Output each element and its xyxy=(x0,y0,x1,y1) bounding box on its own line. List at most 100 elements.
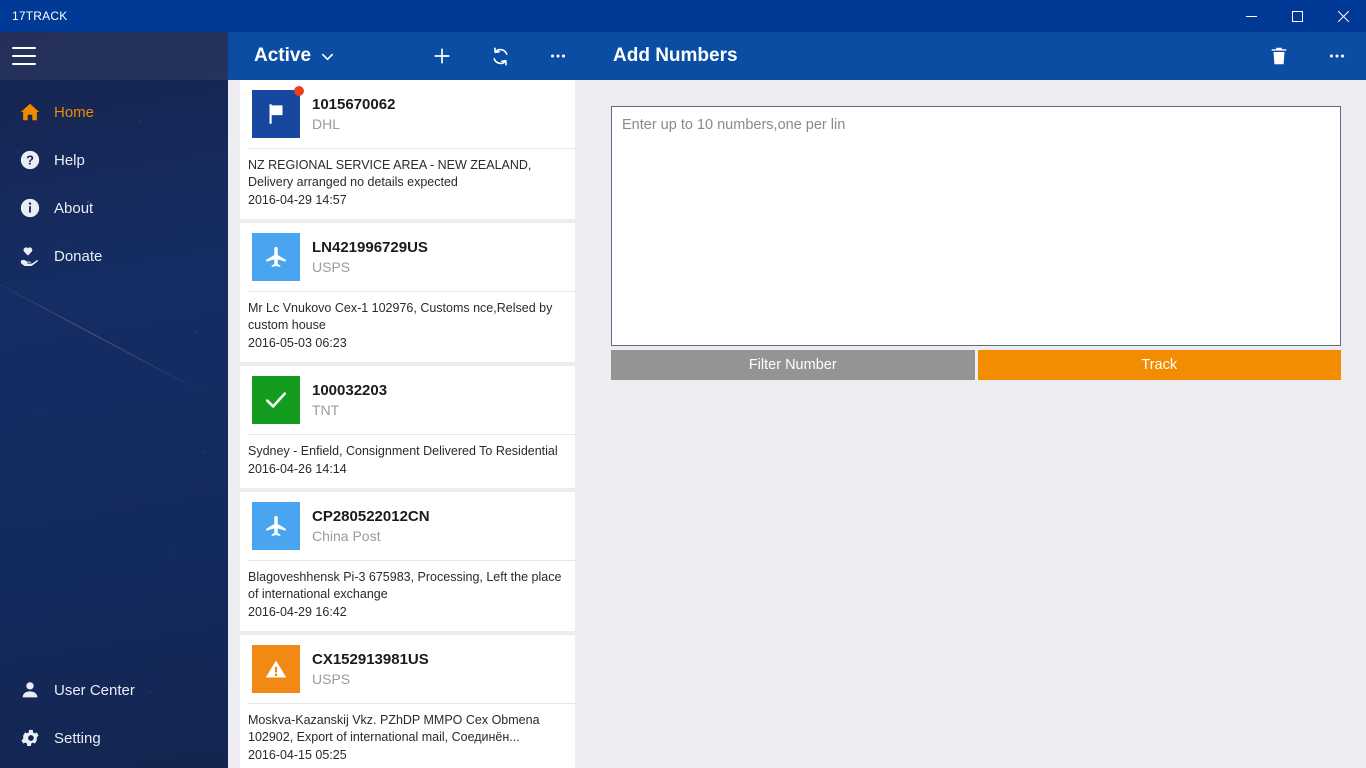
ellipsis-icon xyxy=(550,54,566,58)
sidebar-item-home[interactable]: Home xyxy=(0,88,228,136)
status-timestamp: 2016-04-26 14:14 xyxy=(248,462,347,476)
sidebar-item-help[interactable]: ? Help xyxy=(0,136,228,184)
refresh-icon xyxy=(492,46,508,66)
status-tile xyxy=(252,86,304,138)
delete-button[interactable] xyxy=(1250,32,1308,80)
help-circle-icon: ? xyxy=(12,149,48,171)
status-description: Moskva-Kazanskij Vkz. PZhDP MMPO Cex Obm… xyxy=(248,713,540,744)
list-item-header: LN421996729US USPS xyxy=(240,223,575,291)
sidebar-item-donate[interactable]: Donate xyxy=(0,232,228,280)
maximize-button[interactable] xyxy=(1274,0,1320,32)
airplane-icon xyxy=(266,516,286,536)
detail-header: Add Numbers xyxy=(587,32,1366,80)
list-item-titles: LN421996729US USPS xyxy=(300,238,428,277)
list-item-titles: CX152913981US USPS xyxy=(300,650,429,689)
list-filter-dropdown[interactable]: Active xyxy=(228,32,349,80)
close-icon xyxy=(1337,10,1349,22)
carrier-name: USPS xyxy=(312,258,351,275)
list-item[interactable]: CP280522012CN China Post Blagoveshhensk … xyxy=(240,492,575,631)
close-button[interactable] xyxy=(1320,0,1366,32)
gear-icon xyxy=(12,727,48,749)
minimize-icon xyxy=(1245,15,1257,17)
list-item-body: Sydney - Enfield, Consignment Delivered … xyxy=(240,435,575,488)
trash-icon xyxy=(1271,47,1287,65)
warning-triangle-icon xyxy=(265,660,287,678)
refresh-button[interactable] xyxy=(471,32,529,80)
tracking-number: 1015670062 xyxy=(312,95,396,113)
tracking-number: LN421996729US xyxy=(312,238,428,256)
status-timestamp: 2016-04-15 05:25 xyxy=(248,748,347,762)
list-item-body: NZ REGIONAL SERVICE AREA - NEW ZEALAND, … xyxy=(240,149,575,219)
unread-badge xyxy=(294,86,304,96)
flag-icon xyxy=(269,104,283,124)
sidebar-item-label: Home xyxy=(54,103,95,121)
sidebar-item-user-center[interactable]: User Center xyxy=(0,666,228,714)
status-timestamp: 2016-04-29 14:57 xyxy=(248,193,347,207)
status-description: NZ REGIONAL SERVICE AREA - NEW ZEALAND, … xyxy=(248,158,532,189)
status-tile xyxy=(252,502,300,550)
list-item-body: Mr Lc Vnukovo Cex-1 102976, Customs nce,… xyxy=(240,292,575,362)
list-item-body: Blagoveshhensk Pi-3 675983, Processing, … xyxy=(240,561,575,631)
carrier-name: TNT xyxy=(312,401,340,418)
carrier-name: USPS xyxy=(312,670,351,687)
sidebar-item-label: About xyxy=(54,199,94,217)
sidebar-item-setting[interactable]: Setting xyxy=(0,714,228,762)
carrier-name: DHL xyxy=(312,115,341,132)
sidebar-item-label: Setting xyxy=(54,729,101,747)
status-description: Mr Lc Vnukovo Cex-1 102976, Customs nce,… xyxy=(248,301,553,332)
sidebar-item-about[interactable]: About xyxy=(0,184,228,232)
list-more-button[interactable] xyxy=(529,32,587,80)
tracking-numbers-input[interactable] xyxy=(611,106,1341,346)
sidebar-item-label: Donate xyxy=(54,247,103,265)
sidebar-nav: Home ? Help About Donate xyxy=(0,80,228,280)
hand-heart-icon xyxy=(12,245,48,268)
list-filter-label: Active xyxy=(254,45,312,66)
person-icon xyxy=(12,679,48,701)
list-header: Active xyxy=(228,32,587,80)
page-title: Add Numbers xyxy=(613,45,738,66)
list-item-titles: 1015670062 DHL xyxy=(300,95,395,134)
list-item[interactable]: 100032203 TNT Sydney - Enfield, Consignm… xyxy=(240,366,575,488)
detail-more-button[interactable] xyxy=(1308,32,1366,80)
list-item-header: CX152913981US USPS xyxy=(240,635,575,703)
list-item[interactable]: CX152913981US USPS Moskva-Kazanskij Vkz.… xyxy=(240,635,575,768)
status-timestamp: 2016-04-29 16:42 xyxy=(248,605,347,619)
home-icon xyxy=(12,101,48,123)
sidebar-bottom-nav: User Center Setting xyxy=(0,666,228,768)
list-item-titles: CP280522012CN China Post xyxy=(300,507,430,546)
app-window: 17TRACK Home ? Help About Donate User Ce… xyxy=(0,0,1366,768)
maximize-icon xyxy=(1291,10,1303,22)
tracking-number: CP280522012CN xyxy=(312,507,430,525)
ellipsis-icon xyxy=(1329,54,1345,58)
tracking-number: CX152913981US xyxy=(312,650,429,668)
minimize-button[interactable] xyxy=(1228,0,1274,32)
check-icon xyxy=(265,392,287,408)
list-item[interactable]: 1015670062 DHL NZ REGIONAL SERVICE AREA … xyxy=(240,80,575,219)
main-body: Home ? Help About Donate User Center Set… xyxy=(0,32,1366,768)
hamburger-icon xyxy=(12,47,36,65)
status-description: Blagoveshhensk Pi-3 675983, Processing, … xyxy=(248,570,562,601)
list-item-body: Moskva-Kazanskij Vkz. PZhDP MMPO Cex Obm… xyxy=(240,704,575,768)
detail-panel: Add Numbers Filter Number xyxy=(587,32,1366,768)
tracking-card-list[interactable]: 1015670062 DHL NZ REGIONAL SERVICE AREA … xyxy=(228,80,587,768)
carrier-name: China Post xyxy=(312,527,381,544)
chevron-down-icon xyxy=(322,53,334,60)
detail-content: Filter Number Track xyxy=(587,80,1366,380)
tracking-number: 100032203 xyxy=(312,381,388,399)
svg-text:?: ? xyxy=(26,153,34,168)
sidebar-toggle-button[interactable] xyxy=(0,32,228,80)
list-item-header: CP280522012CN China Post xyxy=(240,492,575,560)
action-button-row: Filter Number Track xyxy=(611,350,1341,380)
filter-number-button[interactable]: Filter Number xyxy=(611,350,975,380)
plus-icon xyxy=(434,48,450,64)
status-description: Sydney - Enfield, Consignment Delivered … xyxy=(248,444,558,458)
list-item-header: 1015670062 DHL xyxy=(240,80,575,148)
status-tile xyxy=(252,645,300,693)
list-item-titles: 100032203 TNT xyxy=(300,381,387,420)
track-button[interactable]: Track xyxy=(977,350,1341,380)
sidebar-item-label: Help xyxy=(54,151,85,169)
tracking-list-panel: Active 1015670062 DHL NZ REGIONAL SERVIC… xyxy=(228,32,587,768)
list-item[interactable]: LN421996729US USPS Mr Lc Vnukovo Cex-1 1… xyxy=(240,223,575,362)
add-button[interactable] xyxy=(413,32,471,80)
sidebar-item-label: User Center xyxy=(54,681,135,699)
